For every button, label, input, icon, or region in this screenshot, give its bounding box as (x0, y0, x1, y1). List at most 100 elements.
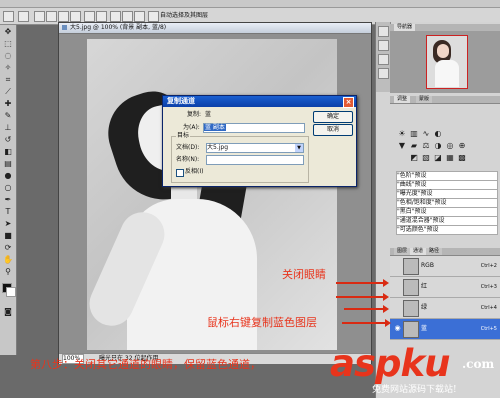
channel-row-red[interactable]: 红 Ctrl+3 (390, 277, 500, 298)
invert-icon[interactable]: ◩ (410, 154, 418, 162)
tab-adjustments[interactable]: 调整 (394, 96, 411, 103)
move-tool-icon[interactable]: ✥ (3, 27, 13, 37)
threshold-icon[interactable]: ◪ (434, 154, 442, 162)
brush-icon[interactable] (70, 11, 81, 22)
watermark-logo: aspku (330, 342, 450, 385)
eraser-icon[interactable] (84, 11, 95, 22)
tab-channels[interactable]: 通道 (410, 248, 427, 255)
image-canvas[interactable] (82, 39, 337, 350)
shape-icon[interactable] (134, 11, 145, 22)
tab-paths[interactable]: 路径 (426, 248, 443, 255)
history-brush-icon[interactable]: ↺ (3, 135, 13, 145)
eraser-tool-icon[interactable]: ◧ (3, 147, 13, 157)
history-panel-icon[interactable] (378, 26, 389, 37)
type-tool-icon[interactable]: T (3, 207, 13, 217)
document-title-bar[interactable]: 大5.jpg @ 100% (背景 副本, 蓝/8) (59, 23, 371, 34)
text-icon[interactable] (110, 11, 121, 22)
3d-rotate-icon[interactable]: ⟳ (3, 243, 13, 253)
eye-icon[interactable]: ◉ (393, 324, 402, 333)
layers-tab-bar: 图层 通道 路径 (390, 248, 500, 256)
invert-checkbox[interactable] (176, 169, 184, 177)
arrow-icon (342, 319, 391, 327)
channel-name: 红 (421, 283, 428, 290)
dodge-tool-icon[interactable]: ○ (3, 183, 13, 193)
levels-icon[interactable]: ▥ (410, 130, 418, 138)
magic-wand-tool-icon[interactable]: ✧ (3, 63, 13, 73)
name-field[interactable] (206, 155, 304, 165)
actions-panel-icon[interactable] (378, 40, 389, 51)
close-icon[interactable]: × (343, 97, 354, 108)
marquee-tool-icon[interactable]: ⬚ (3, 39, 13, 49)
brightness-icon[interactable]: ☀ (398, 130, 406, 138)
lasso-tool-icon[interactable]: ◌ (3, 51, 13, 61)
channel-thumbnail (403, 321, 419, 338)
document-select[interactable]: 大5.jpg ▼ (206, 143, 304, 153)
document-select-value: 大5.jpg (207, 144, 229, 151)
channel-row-green[interactable]: 绿 Ctrl+4 (390, 298, 500, 319)
healing-tool-icon[interactable]: ✚ (3, 99, 13, 109)
crop-tool-icon[interactable]: ⌗ (3, 75, 13, 85)
visibility-toggle[interactable] (393, 282, 402, 291)
eyedropper-tool-icon[interactable]: ⟋ (3, 87, 13, 97)
navigator-thumbnail[interactable] (426, 35, 468, 89)
path-icon[interactable] (122, 11, 133, 22)
subtract-selection-icon[interactable] (58, 11, 69, 22)
new-selection-icon[interactable] (34, 11, 45, 22)
brushes-panel-icon[interactable] (378, 68, 389, 79)
visibility-toggle[interactable] (393, 261, 402, 270)
move-tool-icon[interactable] (3, 11, 14, 22)
vibrance-icon[interactable]: ▼ (398, 142, 406, 150)
tool-preset-icon[interactable] (18, 11, 29, 22)
pen-tool-icon[interactable]: ✒ (3, 195, 13, 205)
gradient-map-icon[interactable]: ▦ (446, 154, 454, 162)
channel-shortcut: Ctrl+2 (480, 263, 497, 269)
cancel-button[interactable]: 取消 (313, 124, 353, 136)
color-balance-icon[interactable]: ⚖ (422, 142, 430, 150)
channel-thumbnail (403, 279, 419, 296)
stamp-tool-icon[interactable]: ⊥ (3, 123, 13, 133)
brush-tool-icon[interactable]: ✎ (3, 111, 13, 121)
swatches-panel-icon[interactable] (378, 54, 389, 65)
channel-row-rgb[interactable]: RGB Ctrl+2 (390, 256, 500, 277)
name-label: 名称(N): (176, 156, 200, 163)
channel-mixer-icon[interactable]: ⊕ (458, 142, 466, 150)
shape-tool-icon[interactable]: ■ (3, 231, 13, 241)
auto-select-checkbox[interactable] (148, 11, 159, 22)
arrow-icon (344, 305, 389, 313)
document-title: 大5.jpg @ 100% (背景 副本, 蓝/8) (70, 24, 167, 31)
blur-tool-icon[interactable]: ● (3, 171, 13, 181)
channel-row-blue[interactable]: ◉ 蓝 Ctrl+5 (390, 319, 500, 340)
black-white-icon[interactable]: ◑ (434, 142, 442, 150)
document-icon (62, 25, 67, 30)
hand-tool-icon[interactable]: ✋ (3, 255, 13, 265)
hue-saturation-icon[interactable]: ▰ (410, 142, 418, 150)
ok-button[interactable]: 确定 (313, 111, 353, 123)
channel-thumbnail (403, 258, 419, 275)
photo-filter-icon[interactable]: ◎ (446, 142, 454, 150)
tab-masks[interactable]: 蒙版 (416, 96, 433, 103)
preset-selective-color[interactable]: "可选颜色"预设 (396, 225, 498, 235)
dialog-title: 复制通道 (167, 97, 195, 105)
channel-name: 绿 (421, 304, 428, 311)
posterize-icon[interactable]: ▧ (422, 154, 430, 162)
gradient-icon[interactable] (96, 11, 107, 22)
thumbnail-body (435, 60, 459, 87)
path-select-icon[interactable]: ➤ (3, 219, 13, 229)
zoom-tool-icon[interactable]: ⚲ (3, 267, 13, 277)
quick-mask-icon[interactable]: ◙ (3, 307, 13, 317)
chevron-down-icon[interactable]: ▼ (295, 144, 303, 152)
channel-name: 蓝 (421, 325, 428, 332)
tab-layers[interactable]: 图层 (394, 248, 411, 255)
tab-navigator[interactable]: 导航器 (394, 24, 416, 31)
exposure-icon[interactable]: ◐ (434, 130, 442, 138)
as-name-field[interactable]: 蓝 副本 (203, 123, 305, 133)
thumbnail-face (437, 44, 449, 58)
gradient-tool-icon[interactable]: ▤ (3, 159, 13, 169)
background-color-swatch[interactable] (6, 287, 16, 297)
arrow-icon (336, 293, 389, 301)
curves-icon[interactable]: ∿ (422, 130, 430, 138)
visibility-toggle[interactable] (393, 303, 402, 312)
add-selection-icon[interactable] (46, 11, 57, 22)
dialog-title-bar[interactable]: 复制通道 × (163, 96, 356, 108)
selective-color-icon[interactable]: ▩ (458, 154, 466, 162)
